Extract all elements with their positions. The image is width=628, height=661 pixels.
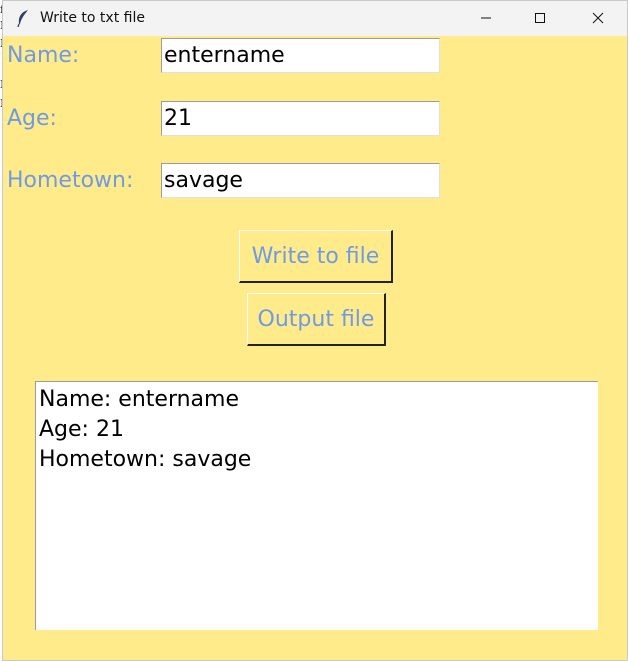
- window-title: Write to txt file: [40, 10, 145, 26]
- minimize-button[interactable]: [463, 1, 509, 36]
- write-to-file-button[interactable]: Write to file: [239, 230, 393, 283]
- output-line: Hometown: savage: [39, 447, 252, 472]
- name-field[interactable]: entername: [161, 38, 440, 73]
- output-text-area[interactable]: Name: entername Age: 21 Hometown: savage: [35, 381, 598, 630]
- output-file-button[interactable]: Output file: [247, 293, 386, 346]
- close-button[interactable]: [575, 1, 621, 36]
- output-line: Name: entername: [39, 387, 239, 412]
- age-field[interactable]: 21: [161, 101, 440, 136]
- maximize-icon: [534, 9, 546, 28]
- app-window: Write to txt file Name: entername Age: 2…: [2, 0, 628, 661]
- age-label: Age:: [7, 106, 57, 131]
- output-line: Age: 21: [39, 417, 124, 442]
- name-label: Name:: [7, 43, 80, 68]
- title-bar[interactable]: Write to txt file: [3, 1, 627, 36]
- close-icon: [592, 9, 604, 28]
- feather-icon: [15, 9, 31, 28]
- hometown-label: Hometown:: [7, 168, 134, 193]
- maximize-button[interactable]: [517, 1, 563, 36]
- hometown-field[interactable]: savage: [161, 163, 440, 198]
- minimize-icon: [480, 9, 492, 28]
